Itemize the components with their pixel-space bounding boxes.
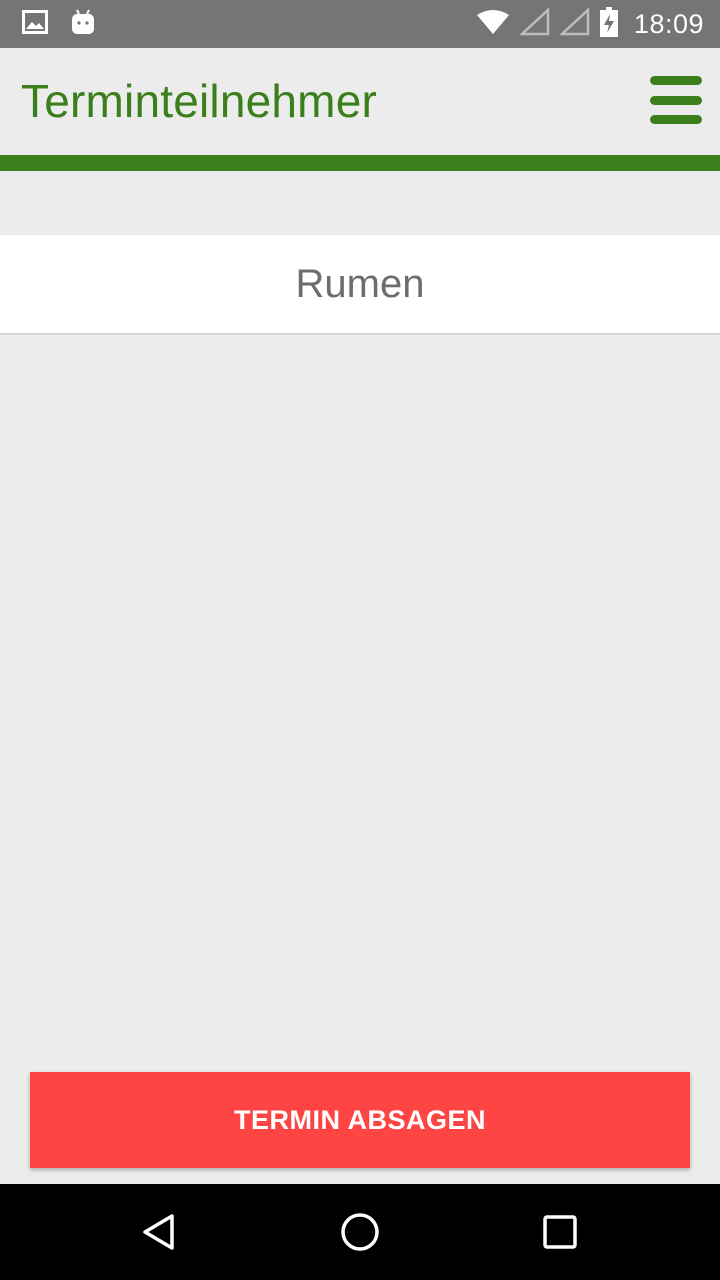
hamburger-menu-icon[interactable]	[650, 74, 702, 126]
menu-bar	[650, 76, 702, 85]
status-clock: 18:09	[633, 8, 704, 39]
cancel-appointment-button[interactable]: TERMIN ABSAGEN	[30, 1072, 690, 1168]
home-icon[interactable]	[300, 1184, 420, 1280]
menu-bar	[650, 95, 702, 105]
status-bar: 18:09	[0, 0, 720, 48]
participant-name: Rumen	[295, 261, 425, 306]
app-toolbar: Terminteilnehmer	[0, 48, 720, 156]
back-icon[interactable]	[100, 1184, 220, 1280]
recents-icon[interactable]	[500, 1184, 620, 1280]
signal-icon	[518, 6, 550, 41]
android-icon	[70, 8, 96, 41]
screen: 18:09 Terminteilnehmer Rumen TERMIN ABSA…	[0, 0, 720, 1280]
navigation-bar	[0, 1184, 720, 1280]
battery-charging-icon	[599, 6, 618, 42]
signal-icon	[558, 6, 590, 41]
notification-icons	[22, 8, 96, 40]
image-icon	[22, 9, 48, 39]
menu-bar	[650, 115, 702, 124]
participant-list-item[interactable]: Rumen	[0, 235, 720, 335]
system-icons: 18:09	[476, 0, 704, 48]
toolbar-divider	[0, 155, 720, 171]
page-title: Terminteilnehmer	[21, 75, 377, 127]
wifi-icon	[476, 9, 510, 40]
